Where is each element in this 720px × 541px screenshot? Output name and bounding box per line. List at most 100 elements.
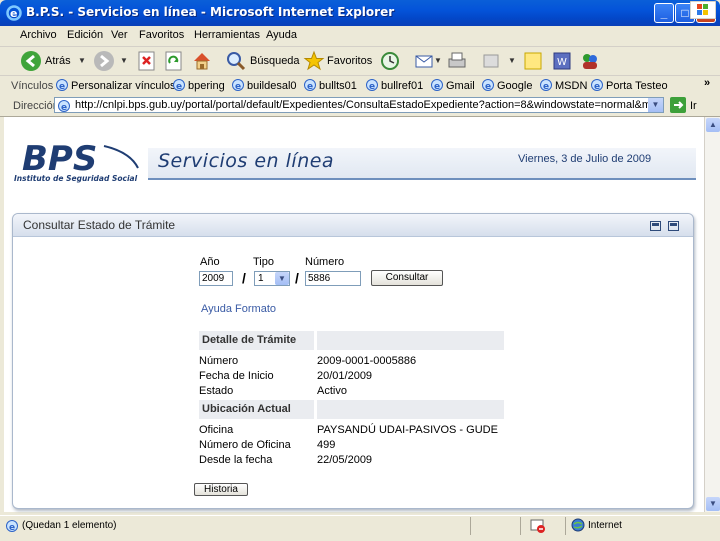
refresh-icon[interactable]	[163, 50, 185, 72]
consultar-button[interactable]: Consultar	[371, 270, 443, 286]
security-zone-label: Internet	[588, 520, 622, 531]
print-icon[interactable]	[446, 50, 468, 72]
ubicacion-heading: Ubicación Actual	[199, 400, 314, 419]
link-page-icon: e	[431, 79, 443, 92]
link-page-icon: e	[366, 79, 378, 92]
detalle-label-fecha: Fecha de Inicio	[199, 370, 274, 382]
svg-text:e: e	[307, 82, 313, 92]
portlet-maximize-icon[interactable]	[668, 221, 679, 231]
menu-archivo[interactable]: Archivo	[20, 29, 57, 41]
vertical-scrollbar[interactable]: ▲ ▼	[704, 117, 720, 512]
forward-arrow-icon[interactable]	[93, 50, 115, 72]
historia-button[interactable]: Historia	[194, 483, 248, 496]
bps-logo-subtitle: Instituto de Seguridad Social	[14, 174, 138, 183]
discuss-icon[interactable]	[522, 50, 544, 72]
ubicacion-value-oficina: PAYSANDÚ UDAI-PASIVOS - GUDE	[317, 424, 498, 436]
menu-herramientas[interactable]: Herramientas	[194, 29, 260, 41]
menu-bar	[0, 26, 720, 47]
search-icon[interactable]	[225, 50, 247, 72]
link-gmail[interactable]: Gmail	[446, 80, 475, 92]
popup-blocker-icon[interactable]	[530, 518, 546, 534]
links-label: Vínculos	[11, 80, 54, 92]
back-dropdown-icon[interactable]: ▼	[78, 56, 86, 65]
link-page-icon: e	[540, 79, 552, 92]
back-button-label[interactable]: Atrás	[45, 55, 71, 67]
status-divider	[470, 517, 471, 535]
link-page-icon: e	[482, 79, 494, 92]
detalle-value-numero: 2009-0001-0005886	[317, 355, 417, 367]
minimize-button[interactable]: _	[654, 3, 674, 23]
history-icon[interactable]	[379, 50, 401, 72]
research-icon[interactable]: W	[551, 50, 573, 72]
ayuda-formato-link[interactable]: Ayuda Formato	[201, 303, 276, 315]
go-button-label[interactable]: Ir	[690, 100, 697, 112]
ubicacion-value-numero-oficina: 499	[317, 439, 336, 451]
home-icon[interactable]	[191, 50, 213, 72]
bps-logo-text: BPS	[22, 139, 97, 179]
tipo-dropdown-icon[interactable]: ▼	[275, 272, 289, 285]
svg-text:e: e	[61, 103, 67, 113]
link-porta-testeo[interactable]: Porta Testeo	[606, 80, 668, 92]
menu-ver[interactable]: Ver	[111, 29, 128, 41]
address-dropdown-icon[interactable]: ▼	[648, 98, 663, 112]
link-buildesal[interactable]: buildesal0	[247, 80, 297, 92]
link-page-icon: e	[591, 79, 603, 92]
svg-text:e: e	[235, 82, 241, 92]
link-page-icon: e	[173, 79, 185, 92]
search-button-label[interactable]: Búsqueda	[250, 55, 300, 67]
address-input[interactable]: http://cnlpi.bps.gub.uy/portal/portal/de…	[54, 97, 664, 113]
ubicacion-label-numero-oficina: Número de Oficina	[199, 439, 291, 451]
back-arrow-icon[interactable]	[20, 50, 42, 72]
anio-label: Año	[200, 256, 220, 268]
separator-slash: /	[295, 270, 299, 286]
edit-icon[interactable]	[481, 50, 503, 72]
scroll-up-icon[interactable]: ▲	[706, 118, 720, 132]
svg-text:e: e	[176, 82, 182, 92]
mail-dropdown-icon[interactable]: ▼	[434, 56, 442, 65]
anio-input[interactable]: 2009	[199, 271, 233, 286]
menu-favoritos[interactable]: Favoritos	[139, 29, 184, 41]
messenger-icon[interactable]	[579, 50, 601, 72]
mail-icon[interactable]	[414, 50, 436, 72]
svg-text:e: e	[10, 7, 17, 20]
detalle-value-estado: Activo	[317, 385, 347, 397]
detalle-label-numero: Número	[199, 355, 239, 367]
link-bpering[interactable]: bpering	[188, 80, 225, 92]
link-msdn[interactable]: MSDN	[555, 80, 587, 92]
link-page-icon: e	[232, 79, 244, 92]
svg-text:e: e	[485, 82, 491, 92]
go-arrow-icon[interactable]	[670, 97, 686, 113]
detalle-label-estado: Estado	[199, 385, 234, 397]
status-divider	[565, 517, 566, 535]
portlet-minimize-icon[interactable]	[650, 221, 661, 231]
ubicacion-value-desde: 22/05/2009	[317, 454, 373, 466]
numero-input[interactable]: 5886	[305, 271, 361, 286]
scroll-down-icon[interactable]: ▼	[706, 497, 720, 511]
link-google[interactable]: Google	[497, 80, 532, 92]
stop-icon[interactable]	[136, 50, 158, 72]
edit-dropdown-icon[interactable]: ▼	[508, 56, 516, 65]
status-text: (Quedan 1 elemento)	[22, 520, 117, 531]
link-bullref[interactable]: bullref01	[381, 80, 423, 92]
tipo-label: Tipo	[253, 256, 274, 268]
link-page-icon: e	[56, 79, 68, 92]
svg-text:e: e	[9, 523, 15, 533]
links-overflow-chevron-icon[interactable]: »	[704, 77, 710, 89]
menu-edicion[interactable]: Edición	[67, 29, 103, 41]
status-divider	[520, 517, 521, 535]
link-personalizar[interactable]: Personalizar vínculos	[71, 80, 176, 92]
svg-text:e: e	[434, 82, 440, 92]
tipo-select-value: 1	[258, 273, 264, 284]
detalle-heading: Detalle de Trámite	[199, 331, 314, 350]
svg-text:e: e	[369, 82, 375, 92]
ubicacion-heading-fill	[317, 400, 504, 419]
page-heading: Servicios en línea	[158, 150, 335, 172]
forward-dropdown-icon[interactable]: ▼	[120, 56, 128, 65]
menu-ayuda[interactable]: Ayuda	[266, 29, 297, 41]
favorites-star-icon[interactable]	[303, 50, 325, 72]
favorites-button-label[interactable]: Favoritos	[327, 55, 372, 67]
address-label: Dirección	[13, 100, 59, 112]
link-bullts[interactable]: bullts01	[319, 80, 357, 92]
detalle-heading-fill	[317, 331, 504, 350]
address-page-icon: e	[58, 100, 70, 113]
